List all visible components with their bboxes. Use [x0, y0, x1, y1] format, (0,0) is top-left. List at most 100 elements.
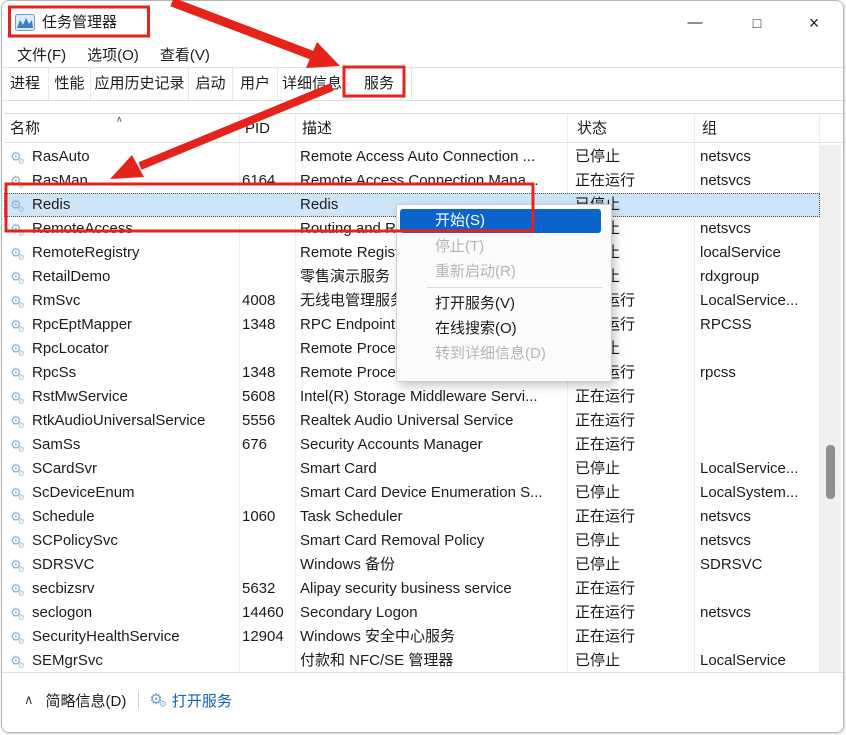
service-name: RetailDemo — [32, 265, 237, 289]
service-group: rpcss — [700, 361, 818, 385]
service-group — [700, 409, 818, 433]
tab-5[interactable]: 用户 — [233, 68, 278, 100]
minimize-button[interactable]: — — [680, 9, 710, 37]
footer-divider — [138, 691, 139, 709]
service-status: 正在运行 — [575, 577, 693, 601]
close-button[interactable]: × — [799, 9, 829, 37]
service-gear-icon: ⚙⚙ — [10, 385, 30, 409]
column-header-description[interactable]: 描述 — [302, 114, 332, 143]
service-gear-icon: ⚙⚙ — [10, 313, 30, 337]
service-name: SecurityHealthService — [32, 625, 237, 649]
table-row[interactable]: ⚙⚙ secbizsrv 5632 Alipay security busine… — [4, 577, 820, 601]
table-row[interactable]: ⚙⚙ SDRSVC Windows 备份 已停止 SDRSVC — [4, 553, 820, 577]
table-row[interactable]: ⚙⚙ Schedule 1060 Task Scheduler 正在运行 net… — [4, 505, 820, 529]
context-menu: 开始(S)停止(T)重新启动(R) 打开服务(V)在线搜索(O)转到详细信息(D) — [396, 204, 612, 382]
table-row[interactable]: ⚙⚙ SecurityHealthService 12904 Windows 安… — [4, 625, 820, 649]
context-menu-item[interactable]: 在线搜索(O) — [397, 316, 611, 341]
service-description: Alipay security business service — [300, 577, 568, 601]
service-pid — [242, 217, 294, 241]
service-group: netsvcs — [700, 601, 818, 625]
service-gear-icon: ⚙⚙ — [10, 169, 30, 193]
service-group — [700, 337, 818, 361]
menubar-item[interactable]: 查看(V) — [158, 45, 212, 67]
table-row[interactable]: ⚙⚙ RasMan 6164 Remote Access Connection … — [4, 169, 820, 193]
menubar-item[interactable]: 文件(F) — [15, 45, 68, 67]
tab-6[interactable]: 详细信息 — [278, 68, 347, 100]
service-pid: 1348 — [242, 313, 294, 337]
service-pid: 1060 — [242, 505, 294, 529]
service-pid: 12904 — [242, 625, 294, 649]
table-row[interactable]: ⚙⚙ SCPolicySvc Smart Card Removal Policy… — [4, 529, 820, 553]
service-name: RstMwService — [32, 385, 237, 409]
context-menu-item[interactable]: 开始(S) — [400, 209, 601, 233]
service-name: secbizsrv — [32, 577, 237, 601]
service-gear-icon: ⚙⚙ — [10, 409, 30, 433]
service-status: 已停止 — [575, 457, 693, 481]
tab-1[interactable]: 进程 — [2, 68, 49, 100]
context-menu-item[interactable]: 重新启动(R) — [397, 259, 611, 284]
context-menu-item[interactable]: 停止(T) — [397, 234, 611, 259]
service-gear-icon: ⚙⚙ — [10, 337, 30, 361]
service-description: Remote Access Auto Connection ... — [300, 145, 568, 169]
context-menu-item[interactable]: 转到详细信息(D) — [397, 341, 611, 366]
tab-3[interactable]: 应用历史记录 — [91, 68, 189, 100]
service-description: Remote Access Connection Mana... — [300, 169, 568, 193]
service-pid: 5608 — [242, 385, 294, 409]
maximize-button[interactable]: □ — [742, 9, 772, 37]
service-status: 正在运行 — [575, 433, 693, 457]
menubar-item[interactable]: 选项(O) — [85, 45, 141, 67]
services-gear-icon: ⚙⚙ — [149, 690, 167, 710]
sort-ascending-icon: ∧ — [116, 114, 123, 124]
tab-7[interactable]: 服务 — [347, 68, 412, 100]
table-row[interactable]: ⚙⚙ RasAuto Remote Access Auto Connection… — [4, 145, 820, 169]
vertical-scrollbar[interactable] — [820, 145, 841, 672]
column-header-status[interactable]: 状态 — [577, 114, 607, 143]
service-gear-icon: ⚙⚙ — [10, 217, 30, 241]
tab-4[interactable]: 启动 — [189, 68, 233, 100]
service-group: LocalService... — [700, 457, 818, 481]
service-name: ScDeviceEnum — [32, 481, 237, 505]
table-row[interactable]: ⚙⚙ ScDeviceEnum Smart Card Device Enumer… — [4, 481, 820, 505]
tab-2[interactable]: 性能 — [49, 68, 91, 100]
service-gear-icon: ⚙⚙ — [10, 481, 30, 505]
table-row[interactable]: ⚙⚙ RstMwService 5608 Intel(R) Storage Mi… — [4, 385, 820, 409]
service-description: Intel(R) Storage Middleware Servi... — [300, 385, 568, 409]
service-status: 已停止 — [575, 649, 693, 673]
service-group: SDRSVC — [700, 553, 818, 577]
scrollbar-thumb[interactable] — [826, 445, 835, 499]
service-name: RpcSs — [32, 361, 237, 385]
chevron-up-icon[interactable]: ∧ — [24, 692, 34, 708]
table-row[interactable]: ⚙⚙ SCardSvr Smart Card 已停止 LocalService.… — [4, 457, 820, 481]
service-gear-icon: ⚙⚙ — [10, 193, 30, 217]
menubar: 文件(F) 选项(O) 查看(V) — [2, 45, 843, 67]
service-pid — [242, 145, 294, 169]
service-gear-icon: ⚙⚙ — [10, 265, 30, 289]
service-name: RtkAudioUniversalService — [32, 409, 237, 433]
task-manager-app-icon — [15, 14, 35, 31]
service-group — [700, 433, 818, 457]
service-pid — [242, 241, 294, 265]
open-services-link[interactable]: 打开服务 — [172, 690, 232, 711]
service-status: 正在运行 — [575, 409, 693, 433]
service-status: 正在运行 — [575, 169, 693, 193]
context-menu-item[interactable]: 打开服务(V) — [397, 291, 611, 316]
service-status: 已停止 — [575, 529, 693, 553]
column-header-group[interactable]: 组 — [702, 114, 717, 143]
service-pid — [242, 265, 294, 289]
service-status: 正在运行 — [575, 505, 693, 529]
service-group: LocalSystem... — [700, 481, 818, 505]
service-description: Smart Card — [300, 457, 568, 481]
service-description: Smart Card Removal Policy — [300, 529, 568, 553]
column-header-pid[interactable]: PID — [245, 114, 270, 143]
table-row[interactable]: ⚙⚙ SamSs 676 Security Accounts Manager 正… — [4, 433, 820, 457]
table-row[interactable]: ⚙⚙ SEMgrSvc 付款和 NFC/SE 管理器 已停止 LocalServ… — [4, 649, 820, 673]
service-group: RPCSS — [700, 313, 818, 337]
column-header-name[interactable]: 名称 — [10, 114, 40, 143]
service-name: SCPolicySvc — [32, 529, 237, 553]
service-status: 正在运行 — [575, 625, 693, 649]
service-group: localService — [700, 241, 818, 265]
table-row[interactable]: ⚙⚙ seclogon 14460 Secondary Logon 正在运行 n… — [4, 601, 820, 625]
service-name: RpcEptMapper — [32, 313, 237, 337]
table-row[interactable]: ⚙⚙ RtkAudioUniversalService 5556 Realtek… — [4, 409, 820, 433]
fewer-details-label[interactable]: 简略信息(D) — [46, 690, 127, 711]
